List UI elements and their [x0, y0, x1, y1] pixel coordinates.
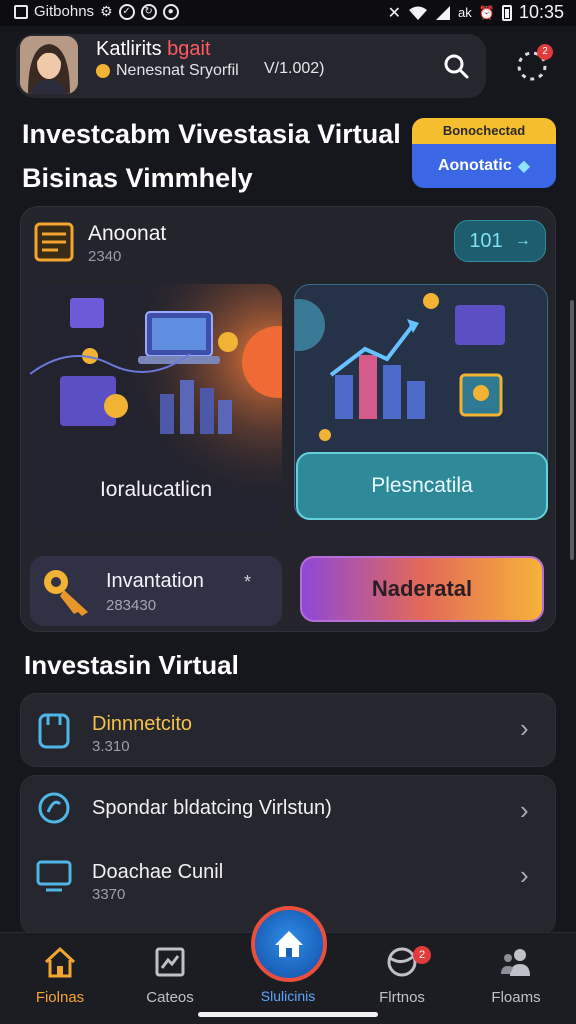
tile-right-label: Plesncatila	[371, 474, 473, 497]
alarm-icon: ⏰	[478, 4, 495, 20]
version-label: V/1.002)	[264, 60, 325, 77]
investment-number: 283430	[106, 597, 157, 614]
square-icon	[14, 4, 28, 19]
list-item-title: Dinnnetcito	[92, 713, 193, 735]
user-subtitle-text: Nenesnat Sryorfil	[116, 62, 239, 79]
profile-header[interactable]	[16, 34, 486, 98]
nav-reports-label: Flrtnos	[379, 989, 425, 1006]
nav-home-label: Fiolnas	[35, 989, 85, 1006]
avatar[interactable]	[20, 36, 78, 94]
investment-title: Invantation	[106, 570, 204, 592]
page-title-line2: Bisinas Vimmhely	[22, 163, 253, 193]
search-button[interactable]	[436, 46, 476, 86]
action-button[interactable]: Naderatal	[300, 556, 544, 622]
list-item-sub: 3.310	[92, 738, 130, 755]
user-subtitle: Nenesnat Sryorfil	[96, 62, 239, 80]
scrollbar[interactable]	[570, 300, 574, 560]
chevron-right-icon: ›	[520, 860, 529, 890]
promo-card[interactable]: Bonochectad Aonotatic ◆	[412, 118, 556, 188]
status-right: ✕ ak ⏰ 10:35	[388, 2, 564, 23]
user-name-text: Katlirits	[96, 38, 162, 60]
nav-badge: 2	[413, 946, 431, 964]
diamond-icon: ◆	[517, 158, 531, 175]
mute-icon: ✕	[387, 4, 402, 22]
wifi-icon	[409, 6, 428, 20]
nav-home[interactable]: Fiolnas	[10, 944, 110, 1006]
list-item-sub: 3370	[92, 886, 126, 903]
star-icon: *	[244, 572, 252, 592]
home-fab-icon	[275, 931, 303, 957]
phone-icon	[34, 711, 74, 751]
nav-catalog-label: Cateos	[146, 989, 194, 1006]
people-icon	[501, 949, 530, 976]
status-app-label: Gitbohns	[34, 3, 95, 20]
chevron-right-icon: ›	[520, 713, 529, 743]
action-button-label: Naderatal	[371, 576, 473, 601]
page-title: Investcabm Vivestasia Virtual Bisinas Vi…	[22, 112, 402, 200]
list-item-title: Spondar bldatcing Virlstun)	[92, 797, 332, 819]
user-name-accent: bgait	[167, 38, 211, 60]
nav-profile[interactable]: Floams	[466, 944, 566, 1006]
home-fab-button[interactable]	[251, 906, 327, 982]
refresh-link-icon	[34, 788, 74, 828]
arrow-right-icon: →	[514, 232, 531, 249]
monitor-icon	[34, 856, 74, 896]
nav-center-label: Slulicinis	[260, 988, 316, 1004]
avatar-portrait-icon	[20, 36, 78, 94]
status-left: Gitbohns ⚙ ✓ ↻ ●	[14, 3, 179, 20]
notification-badge: 2	[537, 44, 553, 60]
nav-reports[interactable]: Flrtnos	[352, 944, 452, 1006]
list-item-title: Doachae Cunil	[92, 861, 224, 883]
settings-dot-icon: ⚙	[100, 3, 113, 19]
account-pill-button[interactable]: 101 →	[454, 220, 546, 262]
page-title-line1: Investcabm Vivestasia Virtual	[22, 119, 401, 149]
nav-catalog[interactable]: Cateos	[120, 944, 220, 1006]
catalog-icon	[155, 947, 185, 977]
key-icon	[40, 566, 96, 618]
account-pill-value: 101	[469, 229, 503, 252]
coin-icon	[96, 64, 110, 78]
network-text: ak	[458, 5, 472, 20]
promo-button-label: Aonotatic	[437, 157, 512, 174]
tile-left-label: Ioralucatlicn	[99, 478, 213, 501]
account-number: 2340	[88, 248, 122, 265]
battery-icon	[501, 4, 512, 21]
home-indicator[interactable]	[198, 1012, 378, 1017]
record-dot-icon: ●	[162, 3, 179, 20]
promo-button[interactable]: Aonotatic ◆	[412, 144, 556, 188]
tile-right-button[interactable]: Plesncatila	[296, 452, 548, 520]
status-time: 10:35	[518, 2, 564, 22]
promo-top-label: Bonochectad	[412, 118, 556, 144]
section-title: Investasin Virtual	[24, 650, 239, 680]
nav-profile-label: Floams	[491, 989, 541, 1006]
account-title: Anoonat	[88, 222, 167, 245]
check-dot-icon: ✓	[118, 3, 135, 20]
signal-icon	[436, 5, 451, 20]
refresh-dot-icon: ↻	[140, 3, 157, 20]
ledger-icon	[34, 220, 74, 264]
home-icon	[44, 946, 76, 978]
chevron-right-icon: ›	[520, 795, 529, 825]
user-name: Katlirits bgait	[96, 38, 211, 61]
search-icon	[444, 54, 469, 79]
